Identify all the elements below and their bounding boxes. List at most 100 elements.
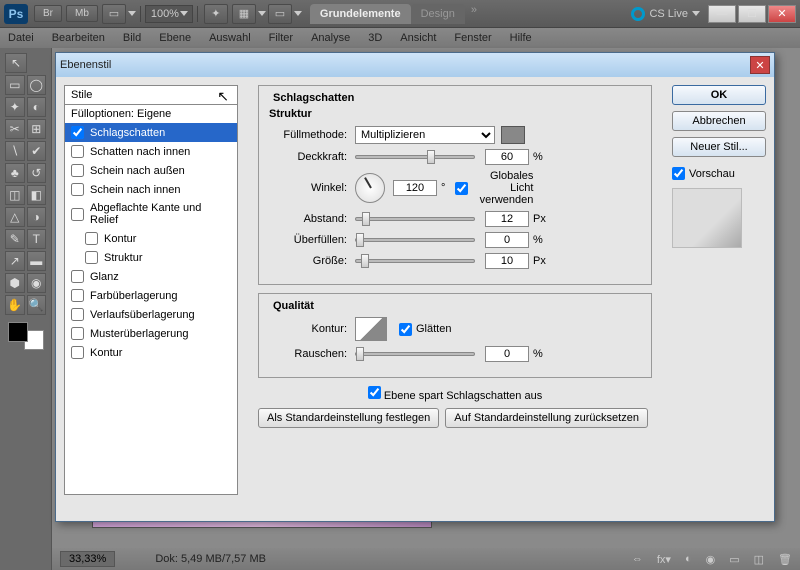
- new-layer-icon[interactable]: ◫: [754, 553, 764, 566]
- menu-analyse[interactable]: Analyse: [311, 32, 350, 44]
- style-item-inner-glow[interactable]: Schein nach innen: [65, 180, 237, 199]
- path-tool-icon[interactable]: ↗: [5, 251, 25, 271]
- crop-tool-icon[interactable]: ✂: [5, 119, 25, 139]
- brush-tool-icon[interactable]: ∖: [5, 141, 25, 161]
- menu-3d[interactable]: 3D: [368, 32, 382, 44]
- close-button[interactable]: ✕: [768, 5, 796, 23]
- distance-input[interactable]: 12: [485, 211, 529, 227]
- link-icon[interactable]: ⇔: [632, 553, 643, 565]
- spread-input[interactable]: 0: [485, 232, 529, 248]
- noise-input[interactable]: 0: [485, 346, 529, 362]
- style-item-bevel[interactable]: Abgeflachte Kante und Relief: [65, 199, 237, 229]
- new-style-button[interactable]: Neuer Stil...: [672, 137, 766, 157]
- lasso-tool-icon[interactable]: ◯: [27, 75, 47, 95]
- zoom-tool-icon[interactable]: 🔍: [27, 295, 47, 315]
- contour-picker[interactable]: [355, 317, 387, 341]
- cam-tool-icon[interactable]: ◉: [27, 273, 47, 293]
- zoom-status[interactable]: 33,33%: [60, 551, 115, 567]
- fx-icon[interactable]: fx▾: [657, 553, 671, 566]
- blur-tool-icon[interactable]: △: [5, 207, 25, 227]
- style-item-texture[interactable]: Struktur: [65, 248, 237, 267]
- size-slider[interactable]: [355, 259, 475, 263]
- smooth-checkbox[interactable]: [399, 323, 412, 336]
- menu-filter[interactable]: Filter: [269, 32, 293, 44]
- ok-button[interactable]: OK: [672, 85, 766, 105]
- cancel-button[interactable]: Abbrechen: [672, 111, 766, 131]
- dodge-tool-icon[interactable]: ◑: [27, 207, 47, 227]
- menu-datei[interactable]: Datei: [8, 32, 34, 44]
- minimize-button[interactable]: —: [708, 5, 736, 23]
- 3d-tool-icon[interactable]: ⬢: [5, 273, 25, 293]
- color-swatch[interactable]: [8, 322, 44, 350]
- make-default-button[interactable]: Als Standardeinstellung festlegen: [258, 408, 439, 428]
- folder-icon[interactable]: ▭: [729, 553, 739, 566]
- dialog-close-button[interactable]: ✕: [750, 56, 770, 74]
- cursor-icon: ↖: [217, 88, 229, 105]
- mask-icon[interactable]: ◐: [685, 553, 692, 565]
- type-tool-icon[interactable]: T: [27, 229, 47, 249]
- menu-ansicht[interactable]: Ansicht: [400, 32, 436, 44]
- knockout-checkbox[interactable]: [368, 386, 381, 399]
- history-tool-icon[interactable]: ↺: [27, 163, 47, 183]
- workspace-tab-grundelemente[interactable]: Grundelemente: [310, 4, 411, 24]
- style-item-pattern-overlay[interactable]: Musterüberlagerung: [65, 324, 237, 343]
- style-item-inner-shadow[interactable]: Schatten nach innen: [65, 142, 237, 161]
- style-item-satin[interactable]: Glanz: [65, 267, 237, 286]
- marquee-tool-icon[interactable]: ▭: [5, 75, 25, 95]
- wand-tool-icon[interactable]: ✦: [5, 97, 25, 117]
- spread-slider[interactable]: [355, 238, 475, 242]
- arrange-icon[interactable]: ▦: [232, 4, 256, 24]
- stamp-tool-icon[interactable]: ♣: [5, 163, 25, 183]
- menu-ebene[interactable]: Ebene: [159, 32, 191, 44]
- noise-label: Rauschen:: [269, 348, 347, 360]
- zoom-input[interactable]: 100%: [145, 5, 193, 23]
- style-item-outer-glow[interactable]: Schein nach außen: [65, 161, 237, 180]
- opacity-slider[interactable]: [355, 155, 475, 159]
- size-input[interactable]: 10: [485, 253, 529, 269]
- noise-slider[interactable]: [355, 352, 475, 356]
- styles-header[interactable]: Stile↖: [64, 85, 238, 105]
- style-item-contour[interactable]: Kontur: [65, 229, 237, 248]
- screen-icon[interactable]: ▭: [268, 4, 292, 24]
- more-workspaces-icon[interactable]: »: [465, 4, 483, 24]
- dialog-title: Ebenenstil: [60, 59, 111, 71]
- heal-tool-icon[interactable]: ✔: [27, 141, 47, 161]
- opacity-input[interactable]: 60: [485, 149, 529, 165]
- menu-bild[interactable]: Bild: [123, 32, 141, 44]
- style-item-gradient-overlay[interactable]: Verlaufsüberlagerung: [65, 305, 237, 324]
- shape-tool-icon[interactable]: ▬: [27, 251, 47, 271]
- global-light-checkbox[interactable]: [455, 182, 468, 195]
- dropdown-icon[interactable]: [128, 11, 136, 16]
- eraser-tool-icon[interactable]: ◫: [5, 185, 25, 205]
- menu-hilfe[interactable]: Hilfe: [510, 32, 532, 44]
- menu-bearbeiten[interactable]: Bearbeiten: [52, 32, 105, 44]
- mb-button[interactable]: Mb: [66, 5, 98, 22]
- slice-tool-icon[interactable]: ⊞: [27, 119, 47, 139]
- move-tool-icon[interactable]: ↖: [5, 53, 27, 73]
- shadow-color-swatch[interactable]: [501, 126, 525, 144]
- style-item-color-overlay[interactable]: Farbüberlagerung: [65, 286, 237, 305]
- br-button[interactable]: Br: [34, 5, 62, 22]
- blend-options-item[interactable]: Fülloptionen: Eigene: [65, 105, 237, 123]
- distance-slider[interactable]: [355, 217, 475, 221]
- preview-checkbox[interactable]: [672, 167, 685, 180]
- gradient-tool-icon[interactable]: ◧: [27, 185, 47, 205]
- adj-icon[interactable]: ◉: [706, 553, 716, 566]
- hand-icon[interactable]: ✦: [204, 4, 228, 24]
- hand-tool-icon[interactable]: ✋: [5, 295, 25, 315]
- style-item-schlagschatten[interactable]: Schlagschatten: [65, 123, 237, 142]
- menu-fenster[interactable]: Fenster: [454, 32, 491, 44]
- angle-input[interactable]: 120: [393, 180, 437, 196]
- maximize-button[interactable]: ☐: [738, 5, 766, 23]
- cs-live-button[interactable]: CS Live: [631, 7, 700, 21]
- eyedrop-tool-icon[interactable]: ◐: [27, 97, 47, 117]
- menu-auswahl[interactable]: Auswahl: [209, 32, 251, 44]
- pen-tool-icon[interactable]: ✎: [5, 229, 25, 249]
- workspace-tab-design[interactable]: Design: [411, 4, 465, 24]
- angle-dial[interactable]: [355, 173, 385, 203]
- reset-default-button[interactable]: Auf Standardeinstellung zurücksetzen: [445, 408, 648, 428]
- trash-icon[interactable]: 🗑: [778, 553, 792, 566]
- blend-mode-select[interactable]: Multiplizieren: [355, 126, 495, 144]
- screen-mode-icon[interactable]: ▭: [102, 4, 126, 24]
- style-item-stroke[interactable]: Kontur: [65, 343, 237, 362]
